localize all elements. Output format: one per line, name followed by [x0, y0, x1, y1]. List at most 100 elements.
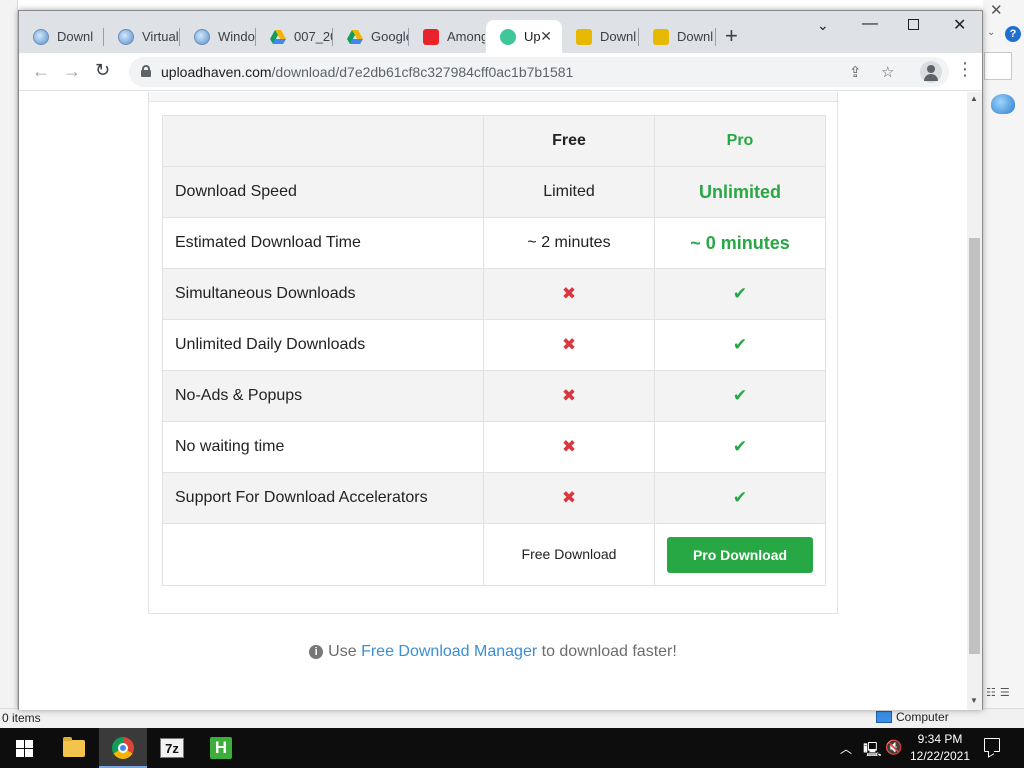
- background-explorer-nav-pane: [0, 0, 18, 728]
- bookmark-star-icon[interactable]: ☆: [881, 63, 894, 81]
- comparison-table: Free Pro Download Speed Limited Unlimite…: [162, 115, 826, 586]
- taskbar-7zip[interactable]: 7z: [148, 728, 196, 768]
- tab-label: 007_20: [294, 29, 333, 44]
- tab-label: Google: [371, 29, 409, 44]
- chrome-icon: [112, 737, 134, 759]
- tab-download-2[interactable]: Downl: [562, 20, 639, 53]
- free-download-link[interactable]: Free Download: [522, 546, 617, 562]
- check-icon: ✔: [732, 488, 748, 507]
- tab-download-1[interactable]: Downl: [19, 20, 104, 53]
- taskbar-chrome[interactable]: [99, 728, 147, 768]
- tab-label: Downl: [57, 29, 94, 44]
- share-icon[interactable]: ⇪: [849, 63, 862, 81]
- tab-virtual[interactable]: Virtual: [104, 20, 180, 53]
- close-window-icon[interactable]: ✕: [953, 15, 966, 35]
- background-dropdown-icon[interactable]: ⌄: [987, 27, 995, 38]
- tab-google[interactable]: Google: [333, 20, 409, 53]
- minimize-icon[interactable]: —: [862, 15, 878, 33]
- pro-value: Unlimited: [654, 166, 826, 218]
- header-feature: [162, 115, 484, 167]
- tab-label: Among: [447, 29, 485, 44]
- card-header-strip: [149, 92, 837, 102]
- feature-label: Download Speed: [162, 166, 484, 218]
- file-explorer-icon: [63, 736, 85, 757]
- profile-avatar-icon[interactable]: [920, 61, 942, 83]
- table-row: No waiting time ✖ ✔: [162, 421, 826, 473]
- tray-chevron-up-icon[interactable]: ︿: [840, 740, 852, 757]
- free-value: Limited: [483, 166, 655, 218]
- back-icon[interactable]: ←: [32, 61, 50, 82]
- tab-close-icon[interactable]: ✕: [540, 28, 552, 45]
- cross-icon: ✖: [561, 437, 577, 456]
- clock-date: 12/22/2021: [909, 749, 971, 763]
- pro-value: ~ 0 minutes: [654, 217, 826, 269]
- network-icon[interactable]: 🖳: [863, 739, 882, 763]
- reload-icon[interactable]: ↻: [95, 60, 110, 81]
- check-icon: ✔: [732, 335, 748, 354]
- free-download-manager-link[interactable]: Free Download Manager: [361, 643, 537, 660]
- lock-icon[interactable]: [141, 65, 151, 77]
- taskbar-clock[interactable]: 9:34 PM 12/22/2021: [905, 731, 975, 765]
- background-network-icon: [991, 94, 1015, 114]
- header-free: Free: [483, 115, 655, 167]
- background-help-icon[interactable]: ?: [1005, 26, 1021, 42]
- background-view-icons[interactable]: ☷☰: [986, 686, 1014, 699]
- windows-taskbar: 7z H ︿ 🖳 🔇 9:34 PM 12/22/2021: [0, 728, 1024, 768]
- tab-windows[interactable]: Windo: [180, 20, 256, 53]
- maximize-icon[interactable]: [908, 17, 919, 35]
- feature-label: No waiting time: [162, 421, 484, 473]
- download-site-icon: [653, 28, 669, 45]
- tab-drive-007[interactable]: 007_20: [256, 20, 333, 53]
- page-scrollbar[interactable]: ▲ ▼: [967, 92, 982, 710]
- new-tab-icon[interactable]: +: [725, 23, 738, 49]
- taskbar-hex-editor[interactable]: H: [197, 728, 245, 768]
- page-viewport: Free Pro Download Speed Limited Unlimite…: [19, 92, 967, 710]
- background-search-box[interactable]: [984, 52, 1012, 80]
- download-site-icon: [576, 28, 592, 45]
- forward-icon[interactable]: →: [63, 61, 81, 82]
- globe-icon: [33, 28, 49, 45]
- url-text[interactable]: uploadhaven.com/download/d7e2db61cf8c327…: [161, 64, 573, 80]
- background-status-items: 0 items: [2, 711, 41, 725]
- tab-among[interactable]: Among: [409, 20, 485, 53]
- windows-start-icon[interactable]: [16, 740, 33, 757]
- scroll-down-arrow-icon[interactable]: ▼: [970, 696, 978, 705]
- table-header-row: Free Pro: [162, 115, 826, 167]
- clock-time: 9:34 PM: [917, 732, 963, 746]
- address-bar[interactable]: uploadhaven.com/download/d7e2db61cf8c327…: [129, 57, 949, 87]
- note-prefix: Use: [328, 643, 362, 660]
- url-path: /download/d7e2db61cf8c327984cff0ac1b7b15…: [271, 64, 574, 80]
- uploadhaven-icon: [500, 28, 516, 45]
- tab-download-3[interactable]: Downl: [639, 20, 716, 53]
- cross-icon: ✖: [561, 386, 577, 405]
- among-us-icon: [423, 28, 439, 45]
- hex-editor-icon: H: [210, 737, 232, 759]
- menu-dots-icon[interactable]: ⋮: [956, 59, 974, 80]
- google-drive-icon: [347, 29, 363, 45]
- free-value: ~ 2 minutes: [483, 217, 655, 269]
- background-status-bar: [0, 708, 1024, 728]
- download-manager-note: i Use Free Download Manager to download f…: [19, 643, 967, 661]
- tab-label: Downl: [677, 29, 714, 44]
- tab-uploadhaven-active[interactable]: Up ✕: [486, 20, 562, 53]
- feature-label: No-Ads & Popups: [162, 370, 484, 422]
- pro-download-button[interactable]: Pro Download: [667, 536, 813, 573]
- scroll-up-arrow-icon[interactable]: ▲: [970, 94, 978, 103]
- volume-muted-icon[interactable]: 🔇: [885, 739, 902, 756]
- table-row: Simultaneous Downloads ✖ ✔: [162, 268, 826, 320]
- tab-label: Downl: [600, 29, 637, 44]
- tab-label: Up: [524, 29, 541, 44]
- tab-search-chevron-icon[interactable]: ⌄: [817, 17, 829, 34]
- actions-row: Free Download Pro Download: [162, 523, 826, 586]
- background-close-icon[interactable]: ✕: [990, 1, 1003, 19]
- globe-icon: [194, 28, 210, 45]
- computer-text: Computer: [896, 710, 949, 724]
- cross-icon: ✖: [561, 488, 577, 507]
- notification-center-icon[interactable]: [984, 738, 1000, 752]
- cross-icon: ✖: [561, 335, 577, 354]
- feature-label: Simultaneous Downloads: [162, 268, 484, 320]
- scroll-thumb[interactable]: [969, 238, 980, 654]
- note-suffix: to download faster!: [537, 643, 677, 660]
- table-row: Support For Download Accelerators ✖ ✔: [162, 472, 826, 524]
- taskbar-file-explorer[interactable]: [50, 728, 98, 768]
